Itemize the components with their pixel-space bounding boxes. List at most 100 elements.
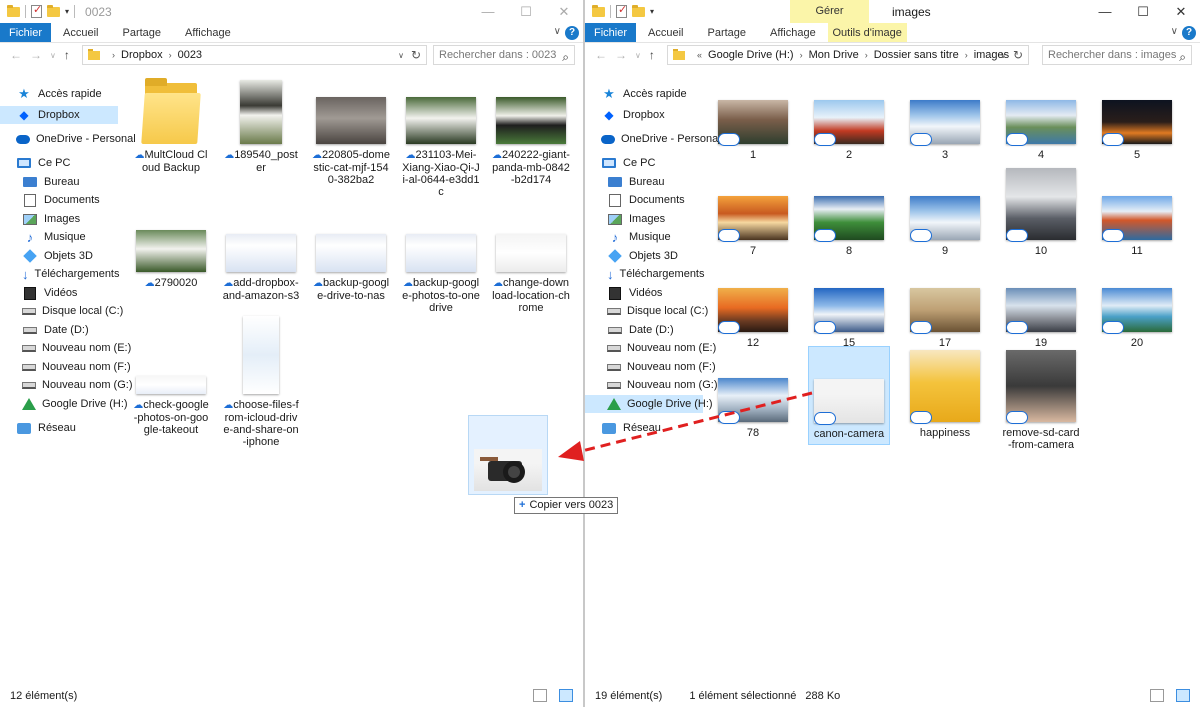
file-item[interactable]: 78 — [714, 346, 792, 439]
sidebar-item[interactable]: OneDrive - Personal — [0, 130, 136, 148]
file-item[interactable]: canon-camera — [808, 346, 890, 445]
up-icon[interactable]: ↑ — [64, 48, 70, 62]
breadcrumb-item[interactable]: Google Drive (H:) — [708, 49, 794, 61]
sidebar-item[interactable]: Ce PC — [585, 154, 703, 172]
recent-dropdown-icon[interactable]: ∨ — [635, 51, 641, 60]
file-item[interactable]: ☁2790020 — [132, 230, 210, 290]
file-item[interactable]: ☁change-download-location-chrome — [492, 230, 570, 314]
address-bar[interactable]: › Dropbox › 0023 ∨ ↻ — [82, 45, 427, 65]
breadcrumb-item[interactable]: Mon Drive — [809, 49, 859, 61]
search-input[interactable]: Rechercher dans : 0023 ⌕ — [433, 45, 575, 65]
breadcrumb-item[interactable]: 0023 — [178, 49, 202, 61]
sidebar-item[interactable]: Bureau — [585, 173, 703, 191]
chevron-right-icon[interactable]: › — [112, 50, 115, 60]
file-item[interactable]: 4 — [1002, 68, 1080, 161]
up-icon[interactable]: ↑ — [649, 48, 655, 62]
sidebar-item[interactable]: Nouveau nom (G:) — [585, 376, 717, 394]
file-item[interactable]: 2 — [810, 68, 888, 161]
file-item[interactable]: 5 — [1098, 68, 1176, 161]
ribbon-expand-icon[interactable]: ∨ — [1171, 26, 1178, 37]
file-item[interactable]: ☁240222-giant-panda-mb-0842-b2d174 — [492, 78, 570, 186]
file-item[interactable]: 17 — [906, 256, 984, 349]
details-view-icon[interactable] — [533, 689, 547, 702]
sidebar-item[interactable]: Google Drive (H:) — [0, 395, 128, 413]
context-tab-manage[interactable]: Gérer — [790, 0, 869, 23]
sidebar-item[interactable]: OneDrive - Personal — [585, 130, 721, 148]
file-item[interactable]: ☁check-google-photos-on-google-takeout — [132, 312, 210, 436]
chevron-down-icon[interactable]: ∨ — [398, 51, 404, 60]
maximize-button[interactable]: ☐ — [1124, 0, 1162, 23]
sidebar-item[interactable]: Documents — [585, 191, 703, 209]
sidebar-item[interactable]: Nouveau nom (E:) — [0, 339, 131, 357]
ribbon-expand-icon[interactable]: ∨ — [554, 26, 561, 37]
sidebar-item[interactable]: ★ Accès rapide — [0, 85, 118, 103]
sidebar-item[interactable]: Réseau — [585, 419, 703, 437]
overflow-chevron-icon[interactable]: « — [697, 50, 702, 60]
sidebar-item[interactable]: Nouveau nom (E:) — [585, 339, 716, 357]
address-bar[interactable]: « Google Drive (H:) › Mon Drive › Dossie… — [667, 45, 1029, 65]
file-item[interactable]: 12 — [714, 256, 792, 349]
sidebar-item[interactable]: Vidéos — [0, 284, 118, 302]
file-item[interactable]: 20 — [1098, 256, 1176, 349]
large-icons-view-icon[interactable] — [1176, 689, 1190, 702]
breadcrumb-item[interactable]: Dropbox — [121, 49, 163, 61]
tab-accueil[interactable]: Accueil — [51, 23, 110, 42]
tab-affichage[interactable]: Affichage — [758, 23, 828, 42]
maximize-button[interactable]: ☐ — [507, 0, 545, 23]
properties-icon[interactable] — [616, 3, 627, 18]
file-item[interactable]: 7 — [714, 164, 792, 257]
sidebar-item[interactable]: Date (D:) — [0, 321, 118, 339]
minimize-button[interactable]: — — [469, 0, 507, 23]
sidebar-item[interactable]: Google Drive (H:) — [585, 395, 713, 413]
sidebar-item[interactable]: ♪ Musique — [585, 228, 703, 246]
details-view-icon[interactable] — [1150, 689, 1164, 702]
file-item[interactable]: remove-sd-card-from-camera — [1002, 346, 1080, 451]
new-folder-icon[interactable] — [47, 4, 60, 17]
file-item[interactable]: 11 — [1098, 164, 1176, 257]
search-input[interactable]: Rechercher dans : images ⌕ — [1042, 45, 1192, 65]
back-icon[interactable]: ← — [10, 48, 22, 62]
chevron-right-icon[interactable]: › — [800, 50, 803, 60]
sidebar-item[interactable]: ◆ Dropbox — [585, 106, 703, 124]
chevron-right-icon[interactable]: › — [865, 50, 868, 60]
tab-partage[interactable]: Partage — [695, 23, 758, 42]
file-item[interactable]: ☁backup-google-photos-to-onedrive — [402, 230, 480, 314]
close-button[interactable]: ✕ — [1162, 0, 1200, 23]
refresh-icon[interactable]: ↻ — [1013, 48, 1023, 62]
back-icon[interactable]: ← — [595, 48, 607, 62]
file-item[interactable]: ☁choose-files-from-icloud-drive-and-shar… — [222, 312, 300, 448]
sidebar-item[interactable]: Documents — [0, 191, 118, 209]
tab-affichage[interactable]: Affichage — [173, 23, 243, 42]
breadcrumb-item[interactable]: Dossier sans titre — [874, 49, 959, 61]
sidebar-item[interactable]: Bureau — [0, 173, 118, 191]
tab-accueil[interactable]: Accueil — [636, 23, 695, 42]
sidebar-item[interactable]: Disque local (C:) — [0, 302, 123, 320]
file-item[interactable]: 10 — [1002, 164, 1080, 257]
forward-icon[interactable]: → — [615, 48, 627, 62]
file-item[interactable]: happiness — [906, 346, 984, 439]
new-folder-icon[interactable] — [632, 4, 645, 17]
sidebar-item[interactable]: Réseau — [0, 419, 118, 437]
large-icons-view-icon[interactable] — [559, 689, 573, 702]
sidebar-item[interactable]: ◆ Dropbox — [0, 106, 118, 124]
properties-icon[interactable] — [31, 3, 42, 18]
chevron-down-icon[interactable]: ∨ — [1000, 51, 1006, 60]
sidebar-item[interactable]: ↓ Téléchargements — [0, 265, 120, 283]
sidebar-item[interactable]: Date (D:) — [585, 321, 703, 339]
chevron-right-icon[interactable]: › — [169, 50, 172, 60]
recent-dropdown-icon[interactable]: ∨ — [50, 51, 56, 60]
file-item[interactable]: 9 — [906, 164, 984, 257]
sidebar-item[interactable]: Nouveau nom (F:) — [0, 358, 131, 376]
file-item[interactable]: 19 — [1002, 256, 1080, 349]
sidebar-item[interactable]: Objets 3D — [0, 247, 118, 265]
file-item[interactable]: 1 — [714, 68, 792, 161]
file-item[interactable]: ☁231103-Mei-Xiang-Xiao-Qi-Ji-al-0644-e3d… — [402, 78, 480, 198]
sidebar-item[interactable]: Disque local (C:) — [585, 302, 708, 320]
forward-icon[interactable]: → — [30, 48, 42, 62]
file-item[interactable]: ☁220805-domestic-cat-mjf-1540-382ba2 — [312, 78, 390, 186]
sidebar-item[interactable]: Nouveau nom (G:) — [0, 376, 132, 394]
sidebar-item[interactable]: Nouveau nom (F:) — [585, 358, 716, 376]
chevron-down-icon[interactable]: ▾ — [65, 7, 69, 16]
file-item[interactable]: 8 — [810, 164, 888, 257]
sidebar-item[interactable]: ♪ Musique — [0, 228, 118, 246]
